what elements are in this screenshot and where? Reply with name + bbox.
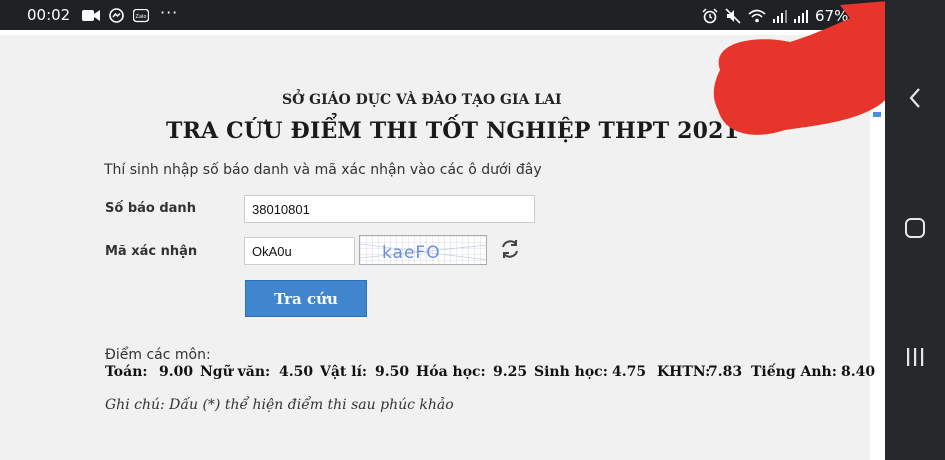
sbd-label: Số báo danh bbox=[105, 201, 196, 216]
more-notifications-icon: ··· bbox=[160, 3, 179, 22]
zalo-icon: Zalo bbox=[133, 8, 149, 22]
captcha-input[interactable] bbox=[244, 237, 355, 265]
search-button[interactable]: Tra cứu bbox=[245, 280, 367, 317]
home-button[interactable] bbox=[885, 198, 945, 258]
recents-button[interactable] bbox=[885, 327, 945, 387]
status-left-icons: Zalo bbox=[82, 8, 149, 23]
svg-text:Zalo: Zalo bbox=[136, 14, 147, 20]
captcha-text: kaeFO bbox=[382, 243, 441, 263]
captcha-image: kaeFO bbox=[359, 235, 487, 265]
home-icon bbox=[905, 218, 925, 238]
subject-score: 9.00 bbox=[159, 364, 194, 380]
subject-name: Tiếng Anh: bbox=[751, 364, 837, 380]
subject-name: KHTN: bbox=[657, 364, 711, 380]
department-heading: SỞ GIÁO DỤC VÀ ĐÀO TẠO GIA LAI bbox=[282, 92, 562, 108]
subject-score: 9.50 bbox=[375, 364, 410, 380]
red-scribble-redaction bbox=[713, 0, 900, 135]
status-time: 00:02 bbox=[27, 6, 71, 24]
recents-icon bbox=[907, 348, 924, 366]
back-button[interactable] bbox=[885, 68, 945, 128]
subject-score: 9.25 bbox=[493, 364, 528, 380]
subject-score: 8.40 bbox=[841, 364, 876, 380]
sbd-input[interactable] bbox=[244, 195, 535, 223]
subject-name: Sinh học: bbox=[534, 364, 608, 380]
subject-score: 4.50 bbox=[279, 364, 314, 380]
subject-score: 7.83 bbox=[708, 364, 743, 380]
subject-name: Hóa học: bbox=[416, 364, 486, 380]
captcha-noise: kaeFO bbox=[360, 236, 486, 264]
refresh-icon bbox=[502, 240, 518, 258]
subject-name: Vật lí: bbox=[320, 364, 368, 380]
subject-name: Ngữ văn: bbox=[200, 364, 271, 380]
instruction-text: Thí sinh nhập số báo danh và mã xác nhận… bbox=[104, 162, 542, 178]
back-icon bbox=[909, 88, 920, 108]
android-nav-bar bbox=[885, 0, 945, 460]
subject-name: Toán: bbox=[105, 364, 148, 380]
page-title: TRA CỨU ĐIỂM THI TỐT NGHIỆP THPT 2021 bbox=[166, 118, 740, 144]
video-icon bbox=[82, 10, 100, 21]
subject-score: 4.75 bbox=[612, 364, 647, 380]
captcha-label: Mã xác nhận bbox=[105, 244, 198, 259]
refresh-captcha-button[interactable] bbox=[497, 236, 523, 262]
scores-caption: Điểm các môn: bbox=[105, 347, 211, 363]
note-text: Ghi chú: Dấu (*) thể hiện điểm thi sau p… bbox=[105, 397, 454, 413]
messenger-icon bbox=[109, 8, 124, 23]
